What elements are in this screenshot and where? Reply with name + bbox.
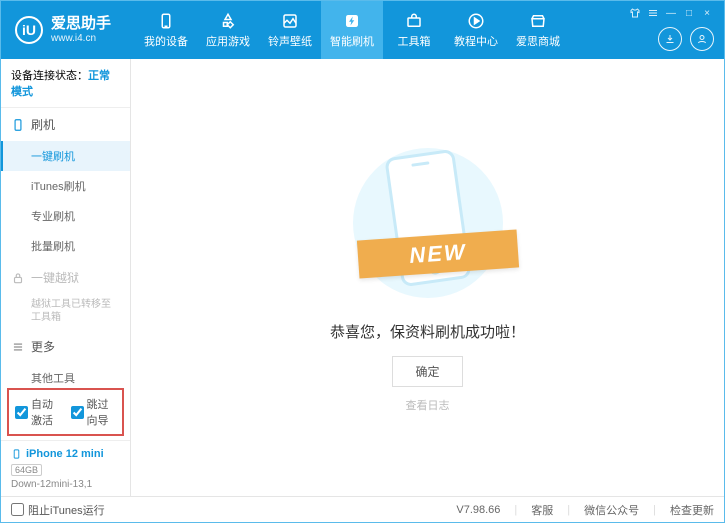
toolbox-icon bbox=[405, 12, 423, 30]
download-button[interactable] bbox=[658, 27, 682, 51]
nav-store[interactable]: 爱思商城 bbox=[507, 1, 569, 59]
device-name: iPhone 12 mini bbox=[11, 447, 120, 461]
nav-label: 爱思商城 bbox=[516, 33, 560, 49]
sidebar-item-batch[interactable]: 批量刷机 bbox=[1, 231, 130, 261]
nav-label: 教程中心 bbox=[454, 33, 498, 49]
section-label: 刷机 bbox=[31, 116, 55, 133]
menu-button[interactable] bbox=[646, 7, 660, 19]
update-link[interactable]: 检查更新 bbox=[670, 502, 714, 518]
skin-button[interactable] bbox=[628, 7, 642, 19]
nav-label: 我的设备 bbox=[144, 33, 188, 49]
options-highlight: 自动激活 跳过向导 bbox=[7, 388, 124, 436]
section-more[interactable]: 更多 bbox=[1, 330, 130, 363]
section-jailbreak: 一键越狱 bbox=[1, 261, 130, 294]
app-title: 爱思助手 bbox=[51, 15, 111, 33]
jailbreak-note: 越狱工具已转移至工具箱 bbox=[1, 294, 130, 330]
header: iU 爱思助手 www.i4.cn 我的设备 应用游戏 铃声壁纸 智能刷机 bbox=[1, 1, 724, 59]
section-flash[interactable]: 刷机 bbox=[1, 108, 130, 141]
device-icon bbox=[157, 12, 175, 30]
main-content: NEW 恭喜您，保资料刷机成功啦！ 确定 查看日志 bbox=[131, 59, 724, 496]
section-label: 更多 bbox=[31, 338, 55, 355]
sidebar: 设备连接状态：正常模式 刷机 一键刷机 iTunes刷机 专业刷机 批量刷机 一… bbox=[1, 59, 131, 496]
nav-label: 工具箱 bbox=[398, 33, 431, 49]
sidebar-item-pro[interactable]: 专业刷机 bbox=[1, 201, 130, 231]
minimize-button[interactable]: — bbox=[664, 7, 678, 19]
logo: iU 爱思助手 www.i4.cn bbox=[1, 15, 125, 45]
phone-icon bbox=[11, 447, 22, 461]
version-label: V7.98.66 bbox=[456, 504, 500, 516]
nav-label: 应用游戏 bbox=[206, 33, 250, 49]
conn-label: 设备连接状态： bbox=[11, 70, 88, 82]
header-right: — □ × bbox=[628, 7, 714, 51]
app-subtitle: www.i4.cn bbox=[51, 33, 111, 45]
sidebar-item-oneclick[interactable]: 一键刷机 bbox=[1, 141, 130, 171]
wechat-link[interactable]: 微信公众号 bbox=[584, 502, 639, 518]
list-icon bbox=[11, 340, 25, 354]
media-icon bbox=[281, 12, 299, 30]
nav-toolbox[interactable]: 工具箱 bbox=[383, 1, 445, 59]
body: 设备连接状态：正常模式 刷机 一键刷机 iTunes刷机 专业刷机 批量刷机 一… bbox=[1, 59, 724, 496]
footer: 阻止iTunes运行 V7.98.66 | 客服 | 微信公众号 | 检查更新 bbox=[1, 496, 724, 522]
device-info[interactable]: iPhone 12 mini 64GB Down-12mini-13,1 bbox=[1, 440, 130, 496]
close-button[interactable]: × bbox=[700, 7, 714, 19]
nav-label: 铃声壁纸 bbox=[268, 33, 312, 49]
top-nav: 我的设备 应用游戏 铃声壁纸 智能刷机 工具箱 教程中心 bbox=[135, 1, 569, 59]
flash-icon bbox=[343, 12, 361, 30]
block-itunes-checkbox[interactable]: 阻止iTunes运行 bbox=[11, 502, 105, 518]
app-window: iU 爱思助手 www.i4.cn 我的设备 应用游戏 铃声壁纸 智能刷机 bbox=[0, 0, 725, 523]
nav-label: 智能刷机 bbox=[330, 33, 374, 49]
skip-guide-checkbox[interactable]: 跳过向导 bbox=[71, 396, 117, 428]
sidebar-item-other[interactable]: 其他工具 bbox=[1, 363, 130, 384]
success-message: 恭喜您，保资料刷机成功啦！ bbox=[330, 321, 525, 342]
tutorial-icon bbox=[467, 12, 485, 30]
checkbox-label: 自动激活 bbox=[31, 396, 61, 428]
store-icon bbox=[529, 12, 547, 30]
device-capacity: 64GB bbox=[11, 464, 42, 476]
nav-flash[interactable]: 智能刷机 bbox=[321, 1, 383, 59]
maximize-button[interactable]: □ bbox=[682, 7, 696, 19]
checkbox-label: 跳过向导 bbox=[87, 396, 117, 428]
nav-media[interactable]: 铃声壁纸 bbox=[259, 1, 321, 59]
success-illustration: NEW bbox=[348, 143, 508, 303]
checkbox-label: 阻止iTunes运行 bbox=[28, 502, 105, 518]
account-button[interactable] bbox=[690, 27, 714, 51]
connection-status: 设备连接状态：正常模式 bbox=[1, 59, 130, 108]
device-firmware: Down-12mini-13,1 bbox=[11, 479, 120, 490]
apps-icon bbox=[219, 12, 237, 30]
section-label: 一键越狱 bbox=[31, 269, 79, 286]
nav-tutorial[interactable]: 教程中心 bbox=[445, 1, 507, 59]
nav-device[interactable]: 我的设备 bbox=[135, 1, 197, 59]
nav-apps[interactable]: 应用游戏 bbox=[197, 1, 259, 59]
ok-button[interactable]: 确定 bbox=[392, 356, 462, 387]
service-link[interactable]: 客服 bbox=[531, 502, 553, 518]
lock-icon bbox=[11, 271, 25, 285]
view-log-link[interactable]: 查看日志 bbox=[406, 397, 450, 413]
sidebar-item-itunes[interactable]: iTunes刷机 bbox=[1, 171, 130, 201]
logo-icon: iU bbox=[15, 16, 43, 44]
auto-activate-checkbox[interactable]: 自动激活 bbox=[15, 396, 61, 428]
phone-icon bbox=[11, 118, 25, 132]
